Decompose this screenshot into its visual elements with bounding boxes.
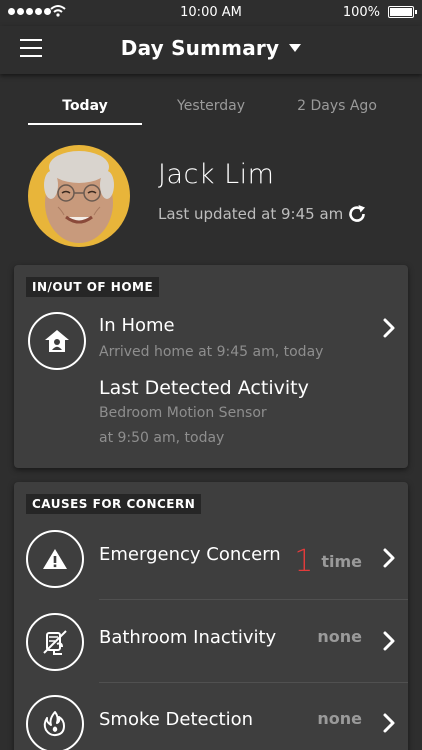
concern-label: Emergency Concern: [99, 544, 281, 565]
profile-header: Jack Lim Last updated at 9:45 am: [0, 145, 422, 255]
bathroom-inactivity-icon: [26, 613, 84, 671]
chevron-right-icon: [383, 713, 395, 733]
concern-count-unit: time: [321, 552, 362, 571]
battery-percent: 100%: [342, 5, 380, 20]
last-activity-title: Last Detected Activity: [99, 377, 309, 399]
concern-count: none: [317, 627, 362, 646]
concern-label: Smoke Detection: [99, 709, 253, 730]
last-activity-sensor: Bedroom Motion Sensor: [99, 405, 267, 421]
active-tab-indicator: [28, 123, 142, 125]
status-bar: 10:00 AM 100%: [0, 0, 422, 26]
concern-row-emergency[interactable]: Emergency Concern 1 time: [14, 517, 408, 599]
caret-down-icon: [289, 43, 302, 52]
day-tabs: Today Yesterday 2 Days Ago: [0, 90, 422, 130]
home-status[interactable]: In Home: [99, 315, 175, 336]
concern-row-bathroom[interactable]: Bathroom Inactivity none: [14, 600, 408, 682]
in-out-card: IN/OUT OF HOME In Home Arrived home at 9…: [14, 265, 408, 468]
page-title: Day Summary: [120, 36, 280, 60]
tab-2-days-ago[interactable]: 2 Days Ago: [280, 98, 394, 114]
tab-yesterday[interactable]: Yesterday: [154, 98, 268, 114]
concern-count: none: [317, 709, 362, 728]
concern-label: Bathroom Inactivity: [99, 627, 277, 648]
nav-bar: Day Summary: [0, 26, 422, 74]
card-label: IN/OUT OF HOME: [26, 277, 160, 297]
chevron-right-icon: [383, 631, 395, 651]
refresh-icon[interactable]: [346, 203, 368, 225]
chevron-right-icon: [383, 548, 395, 568]
concern-count: 1 time: [294, 544, 362, 579]
concerns-card: CAUSES FOR CONCERN Emergency Concern 1 ti…: [14, 482, 408, 750]
tab-today[interactable]: Today: [28, 98, 142, 114]
battery-icon: [388, 6, 417, 18]
last-activity-time: at 9:50 am, today: [99, 430, 225, 446]
chevron-right-icon[interactable]: [382, 317, 396, 339]
day-summary-dropdown[interactable]: Day Summary: [0, 36, 422, 60]
last-updated-text: Last updated at 9:45 am: [158, 205, 344, 223]
warning-icon: [26, 530, 84, 588]
resident-name: Jack Lim: [158, 159, 275, 190]
smoke-icon: [26, 695, 84, 750]
concern-count-number: 1: [294, 544, 314, 579]
avatar: [28, 145, 130, 247]
home-status-detail: Arrived home at 9:45 am, today: [99, 344, 324, 360]
home-icon: [28, 312, 86, 370]
concern-row-smoke[interactable]: Smoke Detection none: [14, 682, 408, 750]
card-label: CAUSES FOR CONCERN: [26, 494, 202, 514]
